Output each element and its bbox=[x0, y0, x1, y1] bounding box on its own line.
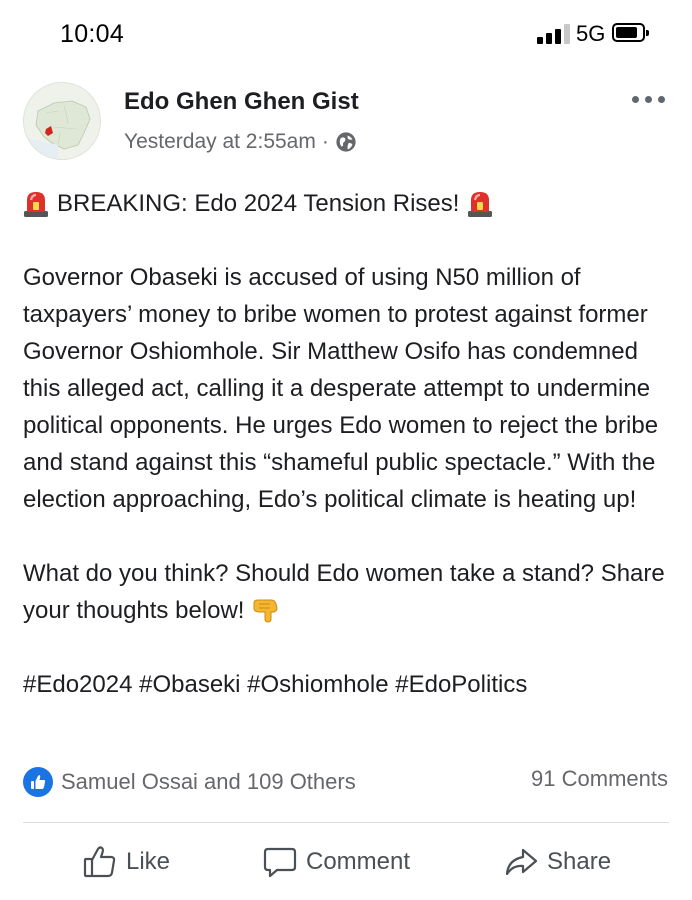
comment-icon bbox=[263, 847, 297, 878]
comment-label: Comment bbox=[306, 848, 411, 875]
post-meta: Yesterday at 2:55am · bbox=[124, 130, 357, 154]
headline-text: BREAKING: Edo 2024 Tension Rises! bbox=[57, 190, 460, 217]
share-icon bbox=[505, 848, 538, 876]
meta-separator: · bbox=[321, 130, 329, 153]
divider bbox=[23, 822, 669, 823]
signal-icon bbox=[537, 24, 571, 44]
thumbs-up-icon bbox=[83, 846, 116, 878]
post-headline: BREAKING: Edo 2024 Tension Rises! bbox=[23, 185, 673, 222]
post-content: BREAKING: Edo 2024 Tension Rises! Govern… bbox=[23, 185, 673, 703]
post-paragraph: Governor Obaseki is accused of using N50… bbox=[23, 264, 659, 513]
share-button[interactable]: Share bbox=[503, 840, 611, 884]
post-timestamp[interactable]: Yesterday at 2:55am bbox=[124, 130, 316, 154]
more-options-icon[interactable] bbox=[632, 96, 672, 106]
reactions-summary[interactable]: Samuel Ossai and 109 Others bbox=[23, 766, 356, 798]
siren-emoji bbox=[468, 191, 493, 217]
like-reaction-icon bbox=[23, 767, 53, 797]
like-label: Like bbox=[126, 848, 171, 875]
status-bar: 10:04 5G bbox=[0, 0, 692, 64]
comment-button[interactable]: Comment bbox=[262, 840, 410, 884]
pointing-down-emoji bbox=[253, 599, 278, 623]
comments-count[interactable]: 91 Comments bbox=[531, 766, 668, 792]
battery-icon bbox=[612, 23, 649, 42]
share-label: Share bbox=[547, 848, 612, 875]
post-paragraph: What do you think? Should Edo women take… bbox=[23, 555, 673, 629]
avatar[interactable] bbox=[23, 82, 101, 160]
post-question: What do you think? Should Edo women take… bbox=[23, 560, 665, 624]
globe-icon bbox=[336, 132, 356, 152]
network-type: 5G bbox=[576, 21, 606, 46]
reactions-text[interactable]: Samuel Ossai and 109 Others bbox=[61, 769, 356, 795]
post-hashtags[interactable]: #Edo2024 #Obaseki #Oshiomhole #EdoPoliti… bbox=[23, 666, 673, 703]
siren-emoji bbox=[24, 191, 48, 217]
like-button[interactable]: Like bbox=[82, 840, 170, 884]
post-author[interactable]: Edo Ghen Ghen Gist bbox=[124, 88, 359, 116]
status-time: 10:04 bbox=[60, 20, 125, 48]
